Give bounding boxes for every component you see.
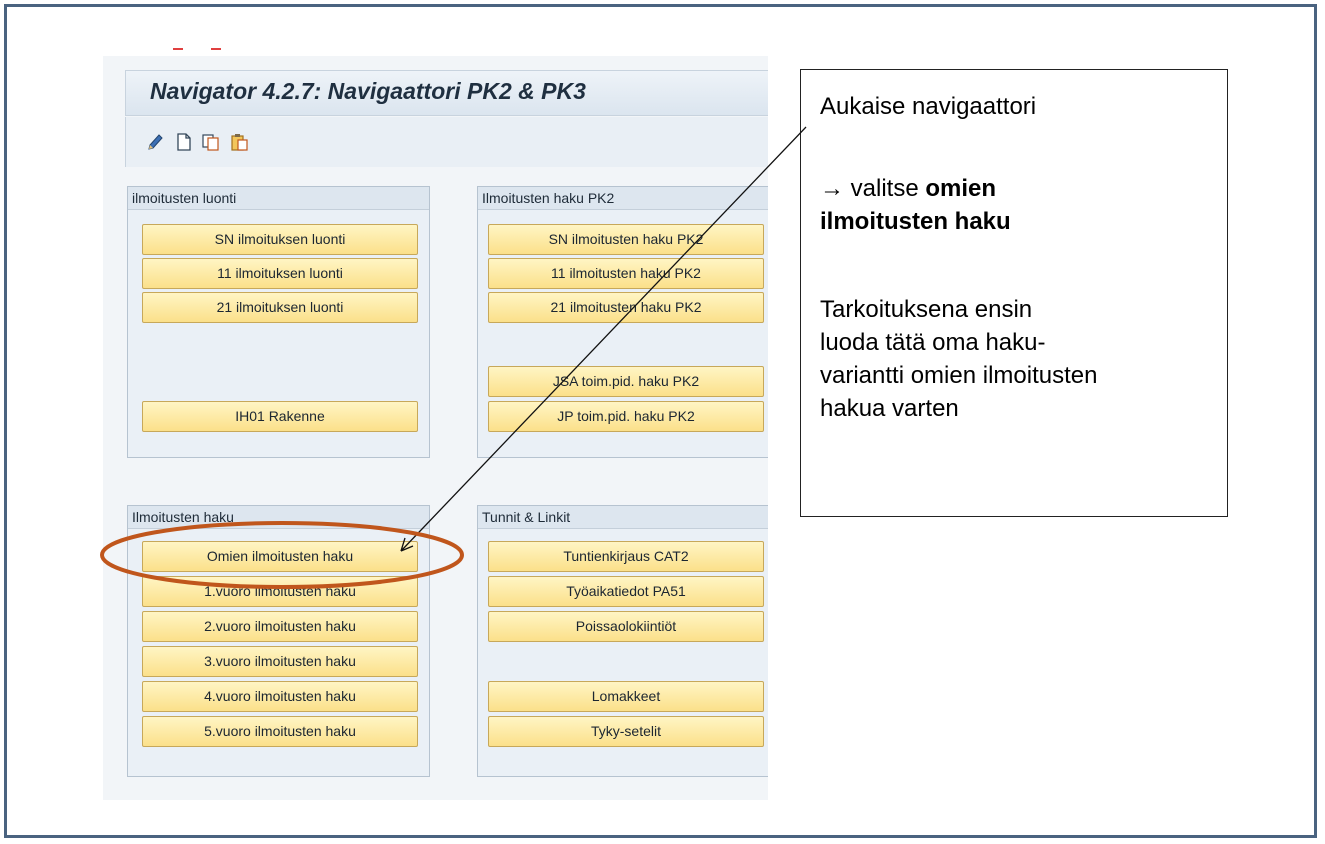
pointer-arrow bbox=[400, 126, 807, 552]
highlight-ellipse bbox=[100, 521, 464, 589]
annotation-overlay bbox=[100, 126, 807, 589]
